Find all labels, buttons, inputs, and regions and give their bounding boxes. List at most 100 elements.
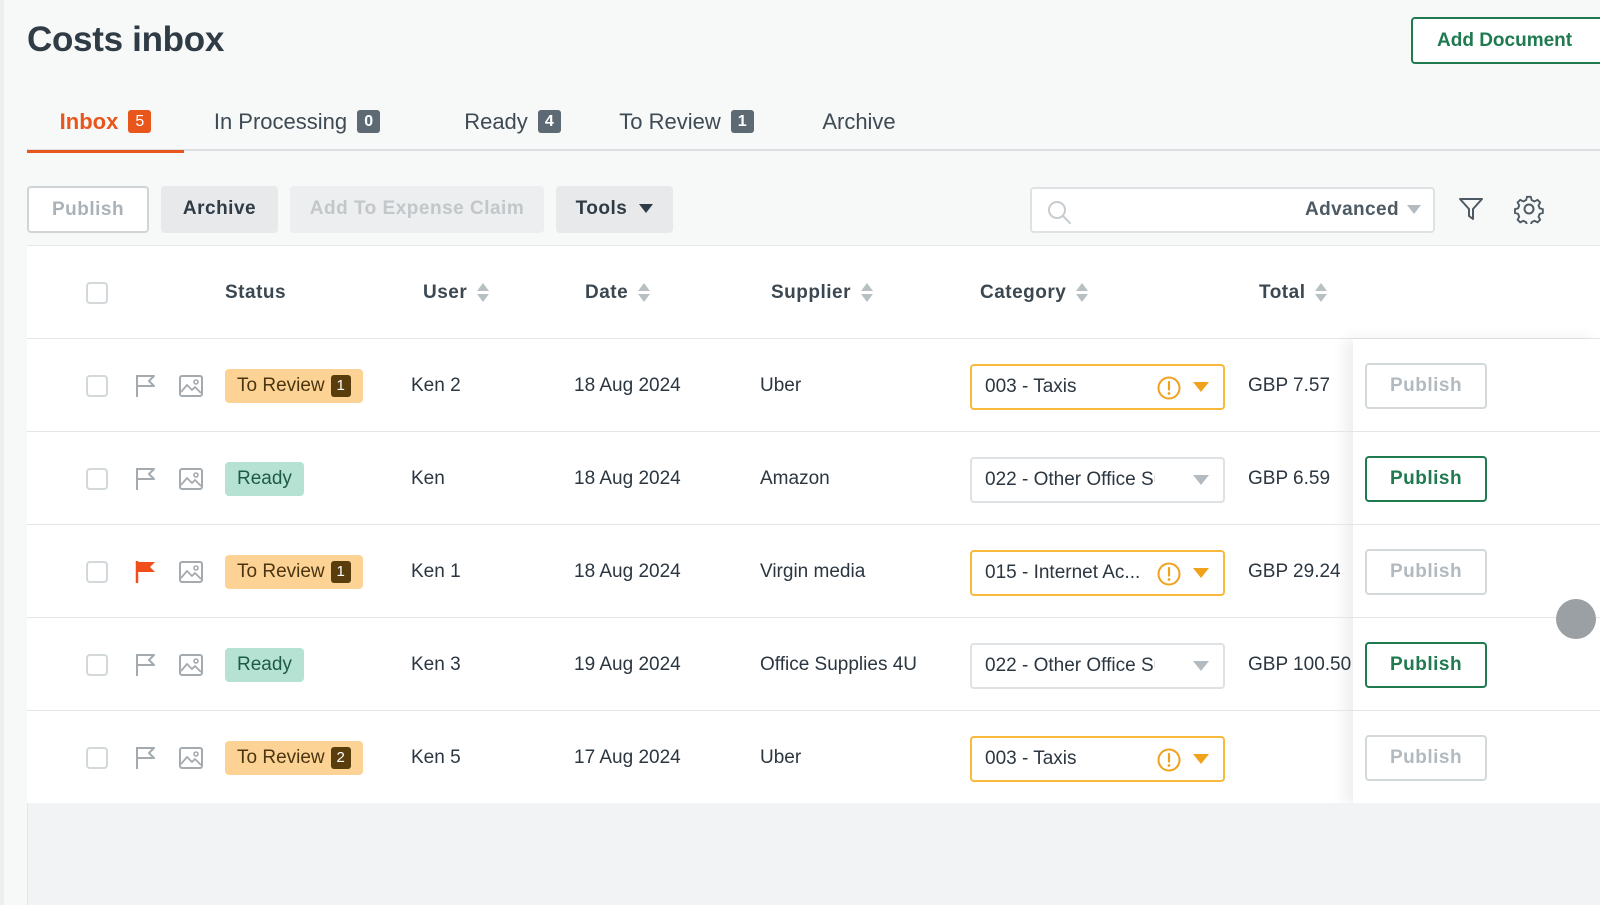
status-badge: To Review 2	[225, 741, 363, 775]
header-supplier[interactable]: Supplier	[771, 246, 874, 339]
tab-to-review-count: 1	[730, 110, 754, 133]
category-value: 022 - Other Office Su...	[985, 469, 1155, 490]
tab-archive[interactable]: Archive	[813, 92, 905, 151]
status-label: To Review	[237, 747, 325, 768]
status-count: 1	[330, 375, 351, 397]
warning-icon	[1156, 747, 1182, 789]
table-row[interactable]: Ready Ken 18 Aug 2024 Amazon 022 - Other Off…	[27, 432, 1600, 525]
advanced-search-dropdown[interactable]: Advanced	[1305, 189, 1421, 231]
user-cell: Ken 1	[411, 561, 461, 582]
total-cell: GBP 7.57	[1248, 375, 1331, 396]
tab-in-processing[interactable]: In Processing 0	[207, 92, 387, 151]
sort-icon	[1315, 282, 1328, 303]
row-checkbox[interactable]	[86, 561, 108, 583]
tab-inbox[interactable]: Inbox 5	[27, 92, 184, 153]
category-value: 003 - Taxis	[985, 748, 1077, 769]
row-checkbox[interactable]	[86, 468, 108, 490]
chevron-down-icon	[1193, 661, 1209, 671]
supplier-cell: Uber	[760, 375, 802, 396]
status-badge: To Review 1	[225, 369, 363, 403]
search-icon	[1048, 201, 1071, 224]
supplier-cell: Virgin media	[760, 561, 866, 582]
tab-to-review[interactable]: To Review 1	[609, 92, 764, 151]
date-cell: 18 Aug 2024	[574, 561, 681, 582]
user-cell: Ken	[411, 468, 445, 489]
total-cell: GBP 100.50	[1248, 654, 1352, 675]
header-date-label: Date	[585, 282, 629, 303]
status-label: Ready	[237, 654, 292, 675]
search-input[interactable]: Advanced	[1030, 187, 1435, 233]
status-badge: To Review 1	[225, 555, 363, 589]
image-icon[interactable]	[178, 653, 204, 682]
status-badge: Ready	[225, 462, 304, 496]
status-label: To Review	[237, 561, 325, 582]
header-user[interactable]: User	[423, 246, 490, 339]
add-document-button[interactable]: Add Document	[1411, 17, 1600, 64]
row-checkbox[interactable]	[86, 375, 108, 397]
image-icon[interactable]	[178, 467, 204, 496]
warning-icon	[1156, 561, 1182, 603]
tab-in-processing-count: 0	[357, 110, 381, 133]
category-select[interactable]: 022 - Other Office Su...	[970, 457, 1225, 503]
date-cell: 18 Aug 2024	[574, 375, 681, 396]
date-cell: 19 Aug 2024	[574, 654, 681, 675]
status-count: 1	[330, 561, 351, 583]
category-value: 022 - Other Office Su...	[985, 655, 1155, 676]
tab-ready-label: Ready	[464, 108, 528, 134]
gear-icon[interactable]	[1514, 194, 1544, 224]
row-publish-button[interactable]: Publish	[1365, 735, 1487, 781]
header-date[interactable]: Date	[585, 246, 651, 339]
category-select[interactable]: 003 - Taxis	[970, 364, 1225, 410]
page-title: Costs inbox	[27, 20, 224, 59]
category-select[interactable]: 022 - Other Office Su...	[970, 643, 1225, 689]
flag-icon[interactable]	[133, 373, 159, 404]
flag-icon[interactable]	[133, 652, 159, 683]
scroll-handle[interactable]	[1556, 599, 1596, 639]
flag-filled-icon[interactable]	[133, 559, 159, 590]
user-cell: Ken 3	[411, 654, 461, 675]
publish-button[interactable]: Publish	[27, 186, 149, 233]
tab-inbox-label: Inbox	[59, 108, 119, 134]
row-publish-button[interactable]: Publish	[1365, 642, 1487, 688]
category-value: 015 - Internet Ac...	[985, 562, 1141, 583]
category-select[interactable]: 003 - Taxis	[970, 736, 1225, 782]
add-to-expense-claim-button[interactable]: Add To Expense Claim	[290, 186, 544, 233]
tab-inbox-count: 5	[128, 110, 152, 133]
header-category[interactable]: Category	[980, 246, 1089, 339]
row-publish-button[interactable]: Publish	[1365, 549, 1487, 595]
tab-archive-label: Archive	[822, 108, 896, 134]
row-checkbox[interactable]	[86, 654, 108, 676]
tools-dropdown[interactable]: Tools	[556, 186, 673, 233]
table-row[interactable]: To Review 2 Ken 5 17 Aug 2024 Uber 003 - Taxi…	[27, 711, 1600, 804]
select-all-checkbox[interactable]	[86, 282, 108, 304]
tab-bar: Inbox 5 In Processing 0 Ready 4 To Revie…	[27, 92, 1600, 153]
table-row[interactable]: Ready Ken 3 19 Aug 2024 Office Supplies 4U 0…	[27, 618, 1600, 711]
header-total[interactable]: Total	[1259, 246, 1328, 339]
filter-icon[interactable]	[1457, 195, 1485, 223]
chevron-down-icon	[1407, 205, 1421, 215]
advanced-label: Advanced	[1304, 199, 1399, 220]
image-icon[interactable]	[178, 746, 204, 775]
chevron-down-icon	[1193, 475, 1209, 485]
table-row[interactable]: To Review 1 Ken 2 18 Aug 2024 Uber 003 - Taxi…	[27, 339, 1600, 432]
flag-icon[interactable]	[133, 745, 159, 776]
category-select[interactable]: 015 - Internet Ac...	[970, 550, 1225, 596]
row-publish-button[interactable]: Publish	[1365, 456, 1487, 502]
sort-icon	[477, 282, 490, 303]
image-icon[interactable]	[178, 374, 204, 403]
row-checkbox[interactable]	[86, 747, 108, 769]
supplier-cell: Office Supplies 4U	[760, 654, 918, 675]
chevron-down-icon	[1193, 568, 1209, 578]
flag-icon[interactable]	[133, 466, 159, 497]
tab-ready[interactable]: Ready 4	[445, 92, 580, 151]
status-label: To Review	[237, 375, 325, 396]
table-row[interactable]: To Review 1 Ken 1 18 Aug 2024 Virgin media 01…	[27, 525, 1600, 618]
total-cell: GBP 29.24	[1248, 561, 1341, 582]
user-cell: Ken 2	[411, 375, 461, 396]
status-label: Ready	[237, 468, 292, 489]
sort-icon	[638, 282, 651, 303]
image-icon[interactable]	[178, 560, 204, 589]
total-cell: GBP 6.59	[1248, 468, 1331, 489]
row-publish-button[interactable]: Publish	[1365, 363, 1487, 409]
archive-button[interactable]: Archive	[161, 186, 278, 233]
